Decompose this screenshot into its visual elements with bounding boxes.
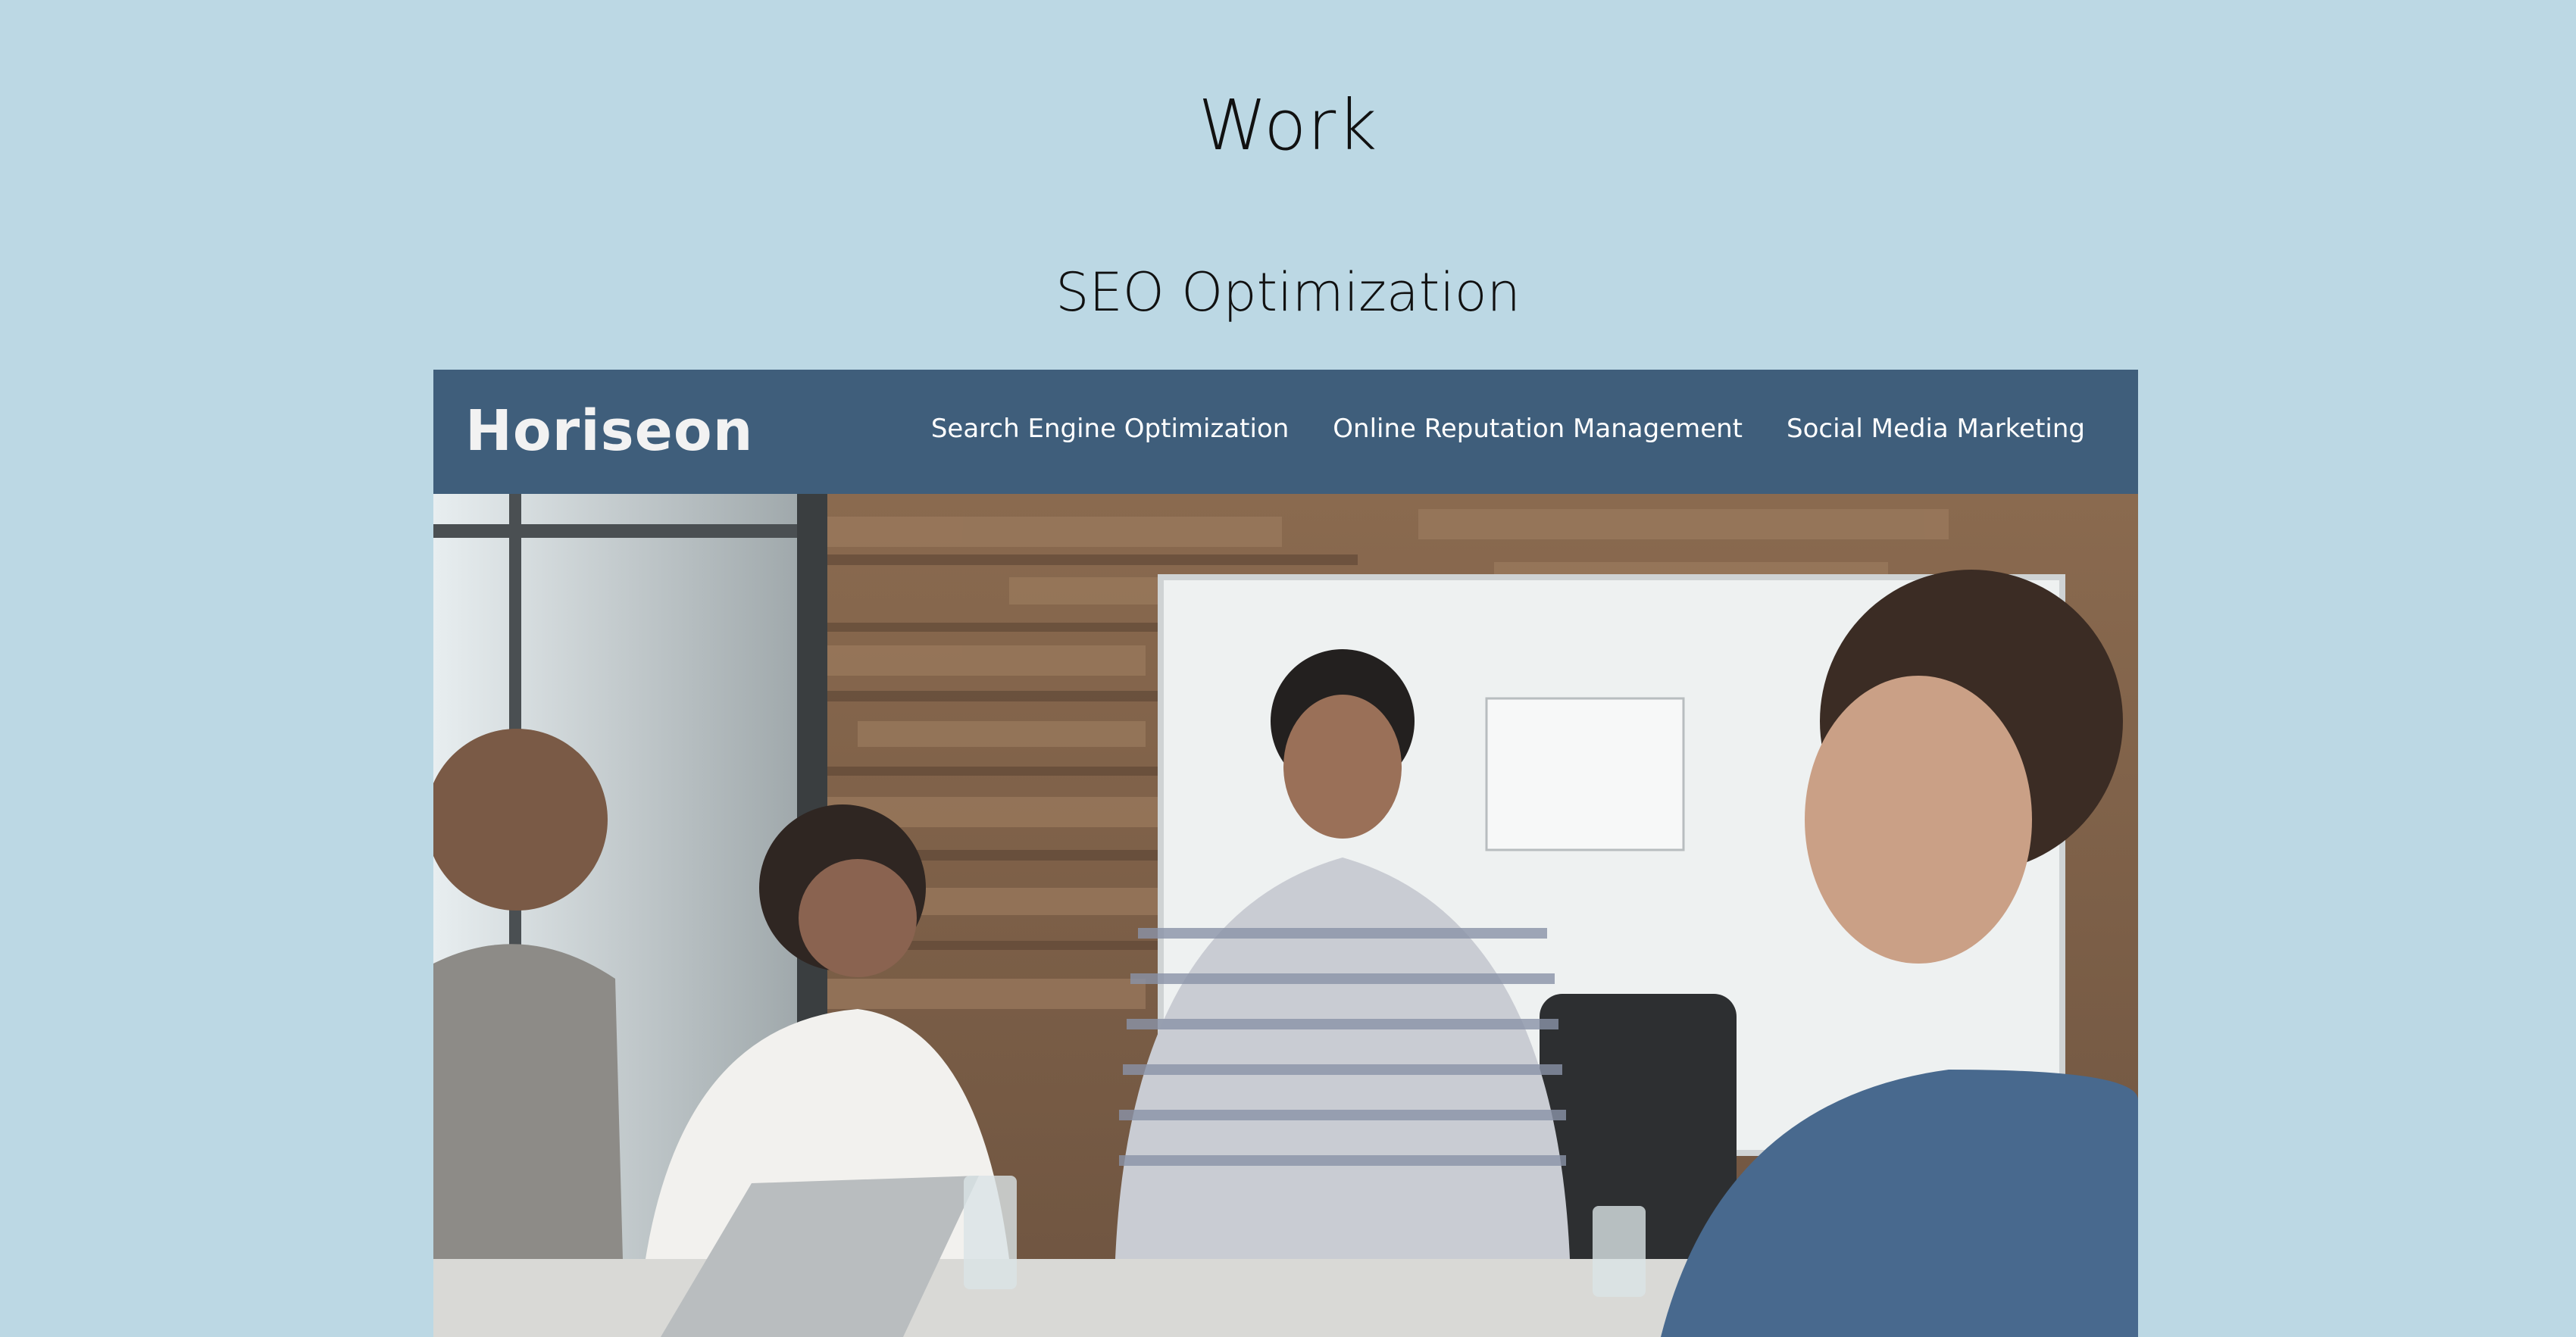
section-title: Work xyxy=(1198,85,1378,166)
preview-nav-seo: Search Engine Optimization xyxy=(930,414,1290,444)
preview-nav: Search Engine Optimization Online Reputa… xyxy=(931,414,2085,444)
project-preview-image[interactable]: Horiseon Search Engine Optimization Onli… xyxy=(433,370,2138,1337)
project-title: SEO Optimization xyxy=(1055,261,1521,323)
preview-site-header: Horiseon Search Engine Optimization Onli… xyxy=(433,370,2138,494)
preview-nav-smm: Social Media Marketing xyxy=(1787,414,2085,444)
office-meeting-photo xyxy=(433,494,2138,1337)
preview-nav-orm: Online Reputation Management xyxy=(1333,414,1743,444)
preview-logo: Horiseon xyxy=(465,398,754,464)
